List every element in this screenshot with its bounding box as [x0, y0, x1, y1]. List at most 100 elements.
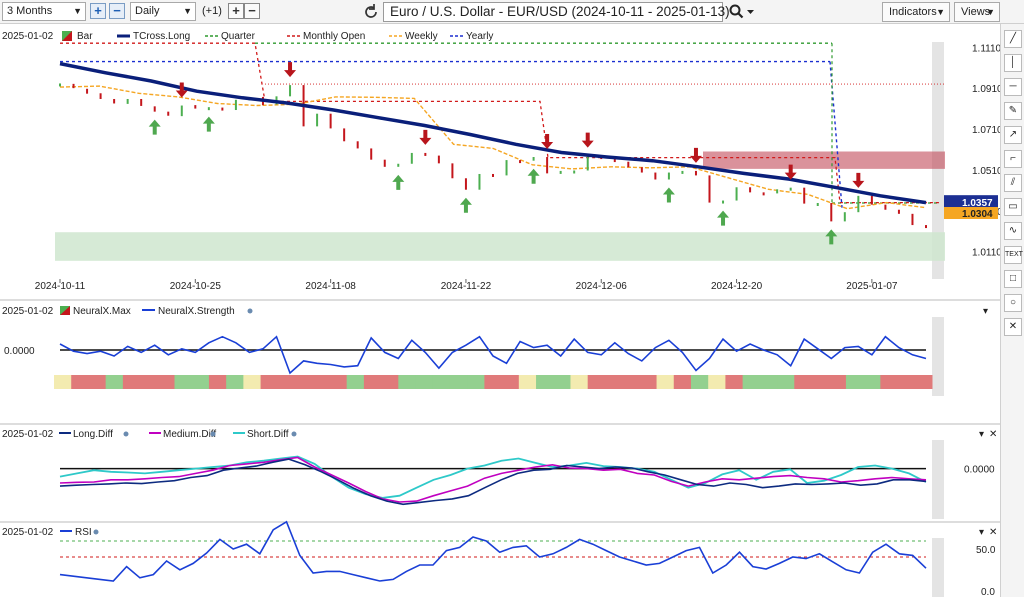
neuralx-max-cell	[191, 375, 210, 389]
neuralx-max-cell	[208, 375, 227, 389]
neuralx-max-cell	[312, 375, 330, 389]
price-tick-label: 1.0910	[972, 84, 1000, 95]
date-label: 2025-01-02	[2, 31, 54, 42]
vertical-line-icon[interactable]: │	[1004, 54, 1022, 72]
toolbar: 3 Months ▼ + − Daily ▼ (+1) + − Euro / U…	[0, 0, 1024, 24]
neuralx-max-cell	[845, 375, 864, 389]
pen-icon[interactable]: ✎	[1004, 102, 1022, 120]
neuralx-max-cell	[398, 375, 417, 389]
chevron-down-icon: ▼	[183, 6, 192, 16]
refresh-icon[interactable]	[362, 3, 380, 21]
pen-line-icon[interactable]: ╱	[1004, 30, 1022, 48]
x-tick-label: 2024-10-25	[170, 281, 222, 292]
indicators-button[interactable]: Indicators ▼	[882, 2, 950, 22]
neuralx-max-cell	[639, 375, 658, 389]
neuralx-max-cell	[260, 375, 279, 389]
neuralx-max-cell	[415, 375, 434, 389]
neuralx-max-cell	[363, 375, 382, 389]
views-button[interactable]: Views ▼	[954, 2, 1000, 22]
neuralx-max-cell	[914, 375, 933, 389]
price-tick-label: 1.0710	[972, 125, 1000, 136]
legend-dot-icon	[210, 431, 216, 437]
date-label: 2025-01-02	[2, 306, 54, 317]
medium-diff-line	[59, 456, 927, 503]
neuralx-max-cell	[673, 375, 692, 389]
x-tick-label: 2024-11-22	[441, 281, 492, 292]
channel-icon[interactable]: ⫽	[1004, 174, 1022, 192]
wave-icon[interactable]: ∿	[1004, 222, 1022, 240]
symbol-title[interactable]: Euro / U.S. Dollar - EUR/USD (2024-10-11…	[383, 2, 730, 22]
neuralx-max-cell	[742, 375, 761, 389]
neuralx-max-cell	[863, 375, 881, 389]
neuralx-max-cell	[656, 375, 675, 389]
circle-icon[interactable]: ○	[1004, 294, 1022, 312]
x-tick-label: 2024-11-08	[305, 281, 356, 292]
range-select-value: 3 Months	[7, 5, 53, 17]
neuralx-max-cell	[346, 375, 365, 389]
pane-close-icon: ✕	[989, 429, 997, 440]
neuralx-max-cell	[501, 375, 520, 389]
drawing-toolbar: ╱ │ ─ ✎ ↗ ⌐ ⫽ ▭ ∿ TEXT □ ○ ✕	[1000, 24, 1024, 597]
neuralx-max-cell	[690, 375, 709, 389]
neuralx-max-cell	[432, 375, 451, 389]
neuralx-max-cell	[811, 375, 830, 389]
offset-minus-button[interactable]: −	[244, 3, 260, 19]
text-icon[interactable]: TEXT	[1004, 246, 1023, 264]
rsi-tick-label: 0.0	[981, 587, 995, 597]
neuralx-max-cell	[105, 375, 124, 389]
legend-label: Quarter	[221, 31, 256, 42]
neuralx-max-cell	[88, 375, 107, 389]
long-diff-line	[59, 458, 927, 506]
diff-scrollbar	[932, 440, 944, 519]
indicators-label: Indicators	[889, 6, 937, 18]
date-label: 2025-01-02	[2, 429, 54, 440]
price-tick-label: 1.1110	[972, 43, 1000, 54]
offset-plus-button[interactable]: +	[228, 3, 244, 19]
rectangle-icon[interactable]: □	[1004, 270, 1022, 288]
speech-bubble-icon[interactable]: ▭	[1004, 198, 1022, 216]
neuralx-max-cell	[725, 375, 744, 389]
neuralx-max-cell	[71, 375, 89, 389]
legend-label: RSI	[75, 527, 92, 538]
chart-area[interactable]: 1.11101.09101.07101.05101.03101.01101.03…	[0, 24, 1000, 597]
ray-icon[interactable]: ↗	[1004, 126, 1022, 144]
neuralx-max-cell	[122, 375, 141, 389]
neuralx-max-cell	[295, 375, 313, 389]
neuralx-max-cell	[243, 375, 262, 389]
pane-menu-icon: ▾	[979, 527, 984, 538]
legend-label: Long.Diff	[73, 429, 113, 440]
close-icon[interactable]: ✕	[1004, 318, 1022, 336]
legend-label: TCross.Long	[133, 31, 190, 42]
neuralx-max-cell	[174, 375, 193, 389]
neuralx-scrollbar	[932, 317, 944, 396]
legend-label: Weekly	[405, 31, 438, 42]
zoom-in-button[interactable]: +	[90, 3, 106, 19]
x-tick-label: 2025-01-07	[846, 281, 898, 292]
legend-label: Monthly Open	[303, 31, 365, 42]
legend-dot-icon	[247, 308, 253, 314]
trading-app: 3 Months ▼ + − Daily ▼ (+1) + − Euro / U…	[0, 0, 1024, 597]
neuralx-max-cell	[587, 375, 606, 389]
interval-select[interactable]: Daily ▼	[130, 2, 196, 21]
x-tick-label: 2024-12-20	[711, 281, 763, 292]
legend-label: NeuralX.Max	[73, 306, 131, 317]
search-icon[interactable]	[728, 3, 756, 21]
legend-label: Bar	[77, 31, 93, 42]
neuralx-max-cell	[759, 375, 778, 389]
neuralx-max-cell	[828, 375, 847, 389]
neuralx-tick-label: 0.0000	[4, 346, 35, 357]
neuralx-max-cell	[897, 375, 916, 389]
interval-select-value: Daily	[135, 5, 160, 17]
neuralx-max-cell	[157, 375, 176, 389]
zoom-out-button[interactable]: −	[109, 3, 125, 19]
neuralx-max-cell	[777, 375, 795, 389]
neuralx-max-cell	[794, 375, 812, 389]
neuralx-max-cell	[54, 375, 72, 389]
price-pane: 1.11101.09101.07101.05101.03101.01101.03…	[0, 24, 1000, 292]
range-select[interactable]: 3 Months ▼	[2, 2, 86, 21]
resistance-zone	[703, 151, 945, 169]
x-tick-label: 2024-10-11	[35, 281, 86, 292]
neuralx-max-cell	[329, 375, 348, 389]
fib-icon[interactable]: ⌐	[1004, 150, 1022, 168]
horizontal-line-icon[interactable]: ─	[1004, 78, 1022, 96]
